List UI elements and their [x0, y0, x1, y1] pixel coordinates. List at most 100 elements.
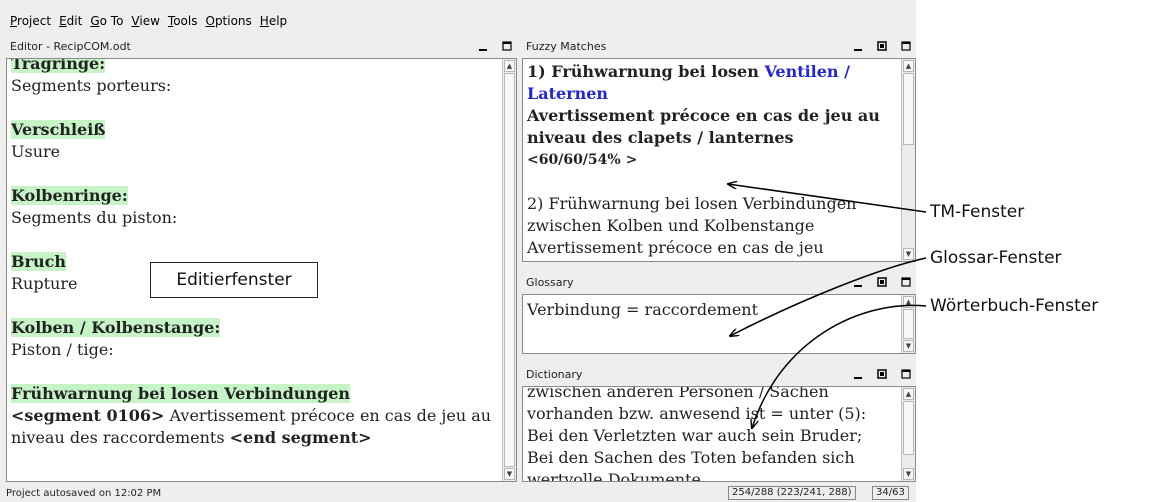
match-target: Avertissement précoce en cas de jeu: [527, 238, 824, 257]
minimize-icon[interactable]: [848, 38, 868, 54]
menu-goto[interactable]: Go To: [90, 14, 123, 28]
menu-view[interactable]: View: [131, 14, 159, 28]
scroll-thumb[interactable]: [903, 309, 914, 339]
dictionary-title: Dictionary: [526, 367, 583, 381]
scroll-thumb[interactable]: [504, 73, 515, 467]
editor-line: Verschleiß: [11, 119, 494, 141]
progress-counter: 254/288 (223/241, 288): [728, 486, 856, 500]
dictionary-line: Bei den Verletzten war auch sein Bruder;: [527, 426, 863, 445]
active-source-segment: Frühwarnung bei losen Verbindungen: [11, 384, 351, 403]
minimize-icon[interactable]: [848, 274, 868, 290]
scroll-thumb[interactable]: [903, 401, 914, 455]
position-counter: 34/63: [872, 486, 909, 500]
source-segment: Verschleiß: [11, 120, 106, 139]
dictionary-title-bar: Dictionary: [522, 362, 916, 386]
glossary-title: Glossary: [526, 275, 574, 289]
scroll-up-icon[interactable]: ▲: [903, 296, 914, 308]
menu-edit[interactable]: Edit: [59, 14, 82, 28]
status-bar: Project autosaved on 12:02 PM 254/288 (2…: [0, 484, 916, 502]
match-source: 2) Frühwarnung bei losen Verbindungen: [527, 194, 857, 213]
dictionary-text: zwischen anderen Personen / Sachen vorha…: [527, 386, 893, 481]
fuzzy-text: 1) Frühwarnung bei losen Ventilen / Late…: [527, 61, 893, 261]
undock-icon[interactable]: [872, 366, 892, 382]
fuzzy-pane: Fuzzy Matches 1) Frühwarnung bei losen V…: [522, 34, 916, 262]
dictionary-line: vorhanden bzw. anwesend ist = unter (5):: [527, 404, 867, 423]
dictionary-line: wertvolle Dokumente.: [527, 470, 707, 481]
dictionary-line: zwischen anderen Personen / Sachen: [527, 386, 829, 401]
editor-line: Kolbenringe:: [11, 185, 494, 207]
scroll-thumb[interactable]: [903, 73, 914, 145]
scroll-down-icon[interactable]: ▼: [903, 248, 914, 260]
maximize-icon[interactable]: [896, 366, 916, 382]
target-text: niveau des raccordements: [11, 428, 230, 447]
tm-annotation: TM-Fenster: [930, 202, 1025, 222]
glossary-title-bar: Glossary: [522, 270, 916, 294]
match-score: <60/60/54% >: [527, 152, 638, 168]
menu-tools[interactable]: Tools: [168, 14, 198, 28]
scroll-up-icon[interactable]: ▲: [903, 60, 914, 72]
match-source-text: 1) Frühwarnung bei losen: [527, 62, 765, 81]
scroll-down-icon[interactable]: ▼: [504, 468, 515, 480]
glossary-text: Verbindung = raccordement: [527, 299, 893, 353]
segment-close-tag: <end segment>: [229, 428, 372, 447]
editor-title-bar: Editor - RecipCOM.odt: [6, 34, 517, 58]
minimize-icon[interactable]: [848, 366, 868, 382]
dictionary-annotation: Wörterbuch-Fenster: [930, 296, 1099, 316]
segment-open-tag: <segment 0106>: [11, 406, 165, 425]
glossary-entry: Verbindung = raccordement: [527, 300, 759, 319]
source-segment: Kolben / Kolbenstange:: [11, 318, 221, 337]
source-segment: Kolbenringe:: [11, 186, 128, 205]
editor-line: Piston / tige:: [11, 340, 114, 359]
source-segment: Tragringe:: [11, 59, 106, 73]
menu-help[interactable]: Help: [260, 14, 287, 28]
fuzzy-scrollbar[interactable]: ▲ ▼: [901, 59, 915, 261]
match-source: zwischen Kolben und Kolbenstange: [527, 216, 815, 235]
active-target-line[interactable]: niveau des raccordements <end segment>: [11, 427, 494, 449]
maximize-icon[interactable]: [896, 274, 916, 290]
undock-icon[interactable]: [872, 274, 892, 290]
glossary-annotation: Glossar-Fenster: [930, 248, 1062, 268]
match-target: niveau des clapets / lanternes: [527, 128, 794, 147]
active-target-line[interactable]: <segment 0106> Avertissement précoce en …: [11, 405, 494, 427]
maximize-icon[interactable]: [497, 38, 517, 54]
glossary-content[interactable]: Verbindung = raccordement ▲ ▼: [522, 294, 916, 354]
editor-line: Segments porteurs:: [11, 76, 172, 95]
app-window: Project Edit Go To View Tools Options He…: [0, 0, 916, 502]
undock-icon[interactable]: [872, 38, 892, 54]
editor-line: Tragringe:: [11, 59, 494, 75]
match-diff: Laternen: [527, 84, 609, 103]
fuzzy-title: Fuzzy Matches: [526, 39, 607, 53]
maximize-icon[interactable]: [896, 38, 916, 54]
dictionary-scrollbar[interactable]: ▲ ▼: [901, 387, 915, 481]
menu-project[interactable]: Project: [10, 14, 51, 28]
dictionary-pane: Dictionary zwischen anderen Personen / S…: [522, 362, 916, 482]
scroll-up-icon[interactable]: ▲: [903, 388, 914, 400]
autosave-status: Project autosaved on 12:02 PM: [6, 488, 162, 499]
glossary-pane: Glossary Verbindung = raccordement ▲ ▼: [522, 270, 916, 354]
scroll-down-icon[interactable]: ▼: [903, 340, 914, 352]
minimize-icon[interactable]: [473, 38, 493, 54]
scroll-down-icon[interactable]: ▼: [903, 468, 914, 480]
menu-bar: Project Edit Go To View Tools Options He…: [0, 10, 916, 32]
editor-line: Kolben / Kolbenstange:: [11, 317, 494, 339]
match-diff: Ventilen /: [764, 62, 850, 81]
match-target: Avertissement précoce en cas de jeu au: [527, 106, 880, 125]
glossary-scrollbar[interactable]: ▲ ▼: [901, 295, 915, 353]
editor-line: Segments du piston:: [11, 208, 178, 227]
editor-line: Usure: [11, 142, 61, 161]
target-text: Avertissement précoce en cas de jeu au: [164, 406, 492, 425]
source-segment: Bruch: [11, 252, 66, 271]
dictionary-content[interactable]: zwischen anderen Personen / Sachen vorha…: [522, 386, 916, 482]
fuzzy-title-bar: Fuzzy Matches: [522, 34, 916, 58]
editor-scrollbar[interactable]: ▲ ▼: [502, 59, 516, 481]
scroll-up-icon[interactable]: ▲: [504, 60, 515, 72]
fuzzy-content[interactable]: 1) Frühwarnung bei losen Ventilen / Late…: [522, 58, 916, 262]
menu-options[interactable]: Options: [205, 14, 251, 28]
dictionary-line: Bei den Sachen des Toten befanden sich: [527, 448, 855, 467]
